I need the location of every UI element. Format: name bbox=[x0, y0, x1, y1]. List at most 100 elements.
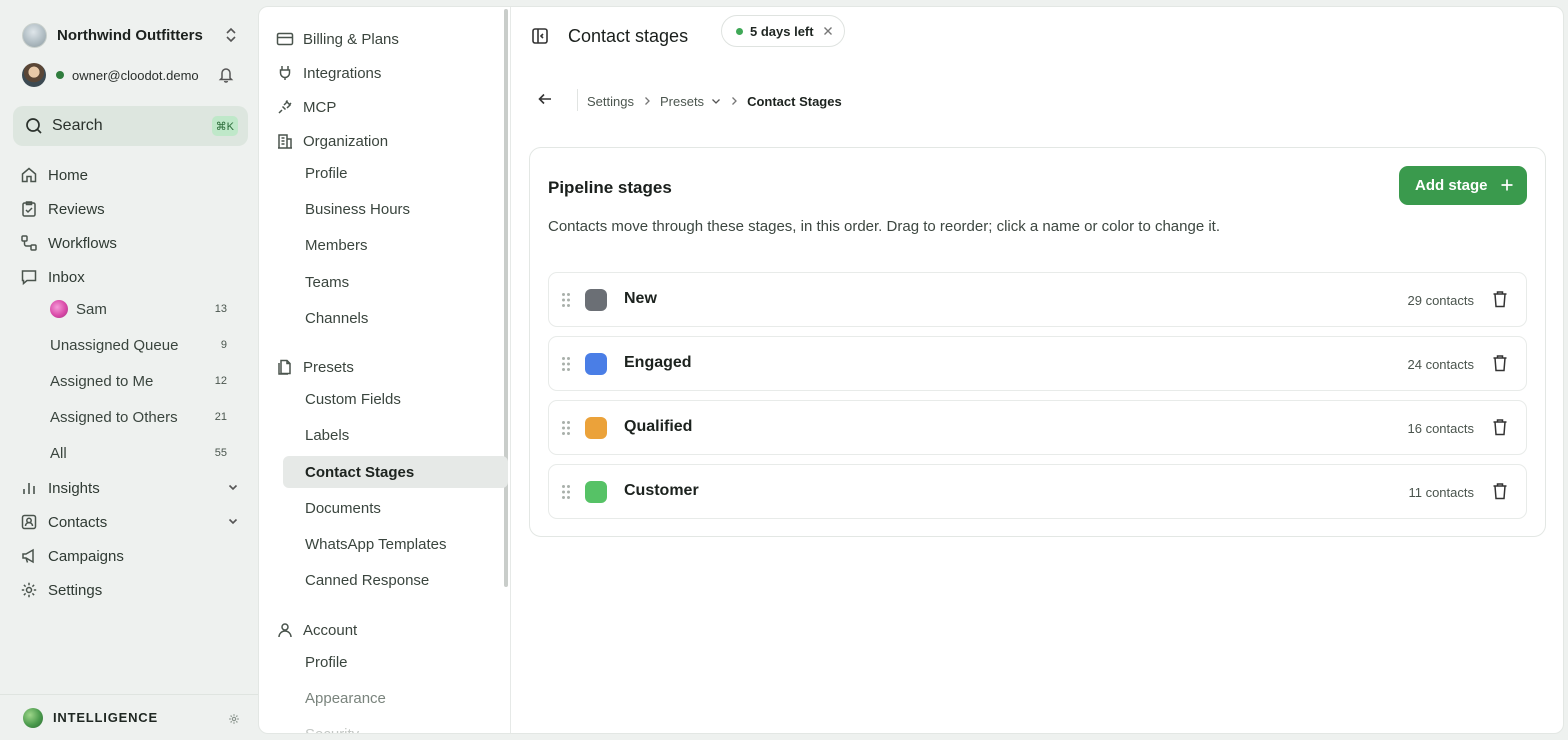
settings-nav-label: Presets bbox=[303, 358, 354, 376]
gear-icon bbox=[20, 581, 38, 599]
nav-workflows[interactable]: Workflows bbox=[20, 229, 245, 257]
inbox-item-assigned-to-others[interactable]: Assigned to Others 21 bbox=[50, 403, 235, 431]
settings-nav-item-label: Appearance bbox=[305, 689, 386, 707]
intelligence-label: INTELLIGENCE bbox=[53, 710, 158, 725]
stage-name[interactable]: Engaged bbox=[624, 354, 692, 372]
nav-contacts[interactable]: Contacts bbox=[20, 508, 245, 536]
drag-handle-icon[interactable] bbox=[561, 292, 571, 308]
stage-row[interactable]: New 29 contacts bbox=[548, 272, 1527, 327]
settings-nav-members[interactable]: Members bbox=[283, 229, 508, 261]
drag-handle-icon[interactable] bbox=[561, 420, 571, 436]
breadcrumb-current: Contact Stages bbox=[747, 93, 842, 109]
drag-handle-icon[interactable] bbox=[561, 356, 571, 372]
stage-color-swatch[interactable] bbox=[585, 417, 607, 439]
nav-reviews[interactable]: Reviews bbox=[20, 195, 245, 223]
stage-name[interactable]: New bbox=[624, 290, 657, 308]
sidebar-toggle-icon[interactable] bbox=[531, 27, 549, 45]
breadcrumb-presets[interactable]: Presets bbox=[660, 94, 704, 109]
gear-icon[interactable] bbox=[228, 713, 240, 725]
nav-settings[interactable]: Settings bbox=[20, 576, 245, 604]
add-stage-button[interactable]: Add stage bbox=[1399, 166, 1527, 205]
chevron-up-down-icon[interactable] bbox=[224, 26, 238, 44]
stage-color-swatch[interactable] bbox=[585, 289, 607, 311]
settings-nav-account-profile[interactable]: Profile bbox=[283, 646, 508, 678]
settings-nav-organization[interactable]: Organization bbox=[276, 128, 496, 154]
nav-insights[interactable]: Insights bbox=[20, 474, 245, 502]
org-switcher[interactable]: Northwind Outfitters bbox=[22, 22, 242, 48]
document-stack-icon bbox=[276, 358, 294, 376]
settings-nav-label: Account bbox=[303, 621, 358, 639]
settings-nav-account[interactable]: Account bbox=[276, 617, 496, 643]
settings-nav-item-label: Channels bbox=[305, 309, 369, 327]
inbox-item-assigned-to-me[interactable]: Assigned to Me 12 bbox=[50, 367, 235, 395]
settings-nav-mcp[interactable]: MCP bbox=[276, 94, 496, 120]
chevron-right-icon bbox=[643, 96, 651, 106]
settings-nav-business-hours[interactable]: Business Hours bbox=[283, 193, 508, 225]
chevron-down-icon[interactable] bbox=[227, 515, 239, 527]
trash-icon[interactable] bbox=[1492, 354, 1508, 372]
settings-nav-item-label: Security bbox=[305, 725, 360, 734]
trash-icon[interactable] bbox=[1492, 482, 1508, 500]
stage-color-swatch[interactable] bbox=[585, 481, 607, 503]
inbox-item-label: Assigned to Others bbox=[50, 408, 178, 426]
intelligence-bar[interactable]: INTELLIGENCE bbox=[0, 694, 258, 740]
back-arrow-icon[interactable] bbox=[537, 91, 553, 107]
inbox-item-all[interactable]: All 55 bbox=[50, 439, 235, 467]
stage-row[interactable]: Qualified 16 contacts bbox=[548, 400, 1527, 455]
search-button[interactable]: Search ⌘K bbox=[13, 106, 248, 146]
drag-handle-icon[interactable] bbox=[561, 484, 571, 500]
nav-inbox[interactable]: Inbox bbox=[20, 263, 245, 291]
settings-nav-org-profile[interactable]: Profile bbox=[283, 157, 508, 189]
credit-card-icon bbox=[276, 30, 294, 48]
trial-badge[interactable]: 5 days left bbox=[721, 15, 845, 47]
settings-nav-security[interactable]: Security bbox=[283, 718, 508, 734]
settings-nav-item-label: Labels bbox=[305, 426, 350, 444]
settings-nav-item-label: Contact Stages bbox=[305, 463, 415, 481]
inbox-item-sam[interactable]: Sam 13 bbox=[50, 295, 235, 323]
org-avatar bbox=[22, 22, 47, 48]
settings-nav-documents[interactable]: Documents bbox=[283, 492, 508, 524]
settings-nav-appearance[interactable]: Appearance bbox=[283, 682, 508, 714]
settings-nav-item-label: Teams bbox=[305, 273, 350, 291]
settings-nav-custom-fields[interactable]: Custom Fields bbox=[283, 383, 508, 415]
settings-nav-channels[interactable]: Channels bbox=[283, 302, 508, 334]
breadcrumb: Settings Presets Contact Stages bbox=[587, 91, 842, 111]
org-name: Northwind Outfitters bbox=[57, 26, 203, 44]
inbox-item-unassigned-queue[interactable]: Unassigned Queue 9 bbox=[50, 331, 235, 359]
inbox-item-count: 9 bbox=[220, 339, 227, 351]
nav-campaigns[interactable]: Campaigns bbox=[20, 542, 245, 570]
settings-nav-billing[interactable]: Billing & Plans bbox=[276, 26, 496, 52]
trash-icon[interactable] bbox=[1492, 418, 1508, 436]
home-icon bbox=[20, 166, 38, 184]
nav-home[interactable]: Home bbox=[20, 161, 245, 189]
stage-color-swatch[interactable] bbox=[585, 353, 607, 375]
settings-nav-presets[interactable]: Presets bbox=[276, 354, 496, 380]
online-status-dot bbox=[56, 71, 64, 79]
stage-row[interactable]: Engaged 24 contacts bbox=[548, 336, 1527, 391]
settings-nav-whatsapp-templates[interactable]: WhatsApp Templates bbox=[283, 528, 508, 560]
app-sidebar: Northwind Outfitters owner@cloodot.demo … bbox=[0, 0, 258, 740]
nav-settings-label: Settings bbox=[48, 581, 103, 599]
inbox-item-count: 21 bbox=[214, 411, 227, 423]
breadcrumb-settings[interactable]: Settings bbox=[587, 94, 634, 109]
plug-icon bbox=[276, 64, 294, 82]
settings-nav-labels[interactable]: Labels bbox=[283, 419, 508, 451]
chevron-down-icon[interactable] bbox=[711, 96, 721, 106]
status-dot bbox=[736, 28, 743, 35]
chevron-down-icon[interactable] bbox=[227, 481, 239, 493]
user-menu[interactable]: owner@cloodot.demo bbox=[22, 62, 242, 88]
page-title: Contact stages bbox=[568, 26, 689, 46]
stage-name[interactable]: Customer bbox=[624, 482, 699, 500]
settings-nav-item-label: Members bbox=[305, 236, 368, 254]
stage-row[interactable]: Customer 11 contacts bbox=[548, 464, 1527, 519]
bell-icon[interactable] bbox=[218, 66, 234, 83]
settings-nav-integrations[interactable]: Integrations bbox=[276, 60, 496, 86]
trash-icon[interactable] bbox=[1492, 290, 1508, 308]
bar-chart-icon bbox=[20, 479, 38, 497]
settings-nav-canned-response[interactable]: Canned Response bbox=[283, 564, 508, 596]
settings-nav-teams[interactable]: Teams bbox=[283, 266, 508, 298]
settings-nav-contact-stages[interactable]: Contact Stages bbox=[283, 456, 508, 488]
close-icon[interactable] bbox=[822, 25, 834, 37]
stage-name[interactable]: Qualified bbox=[624, 418, 692, 436]
add-stage-label: Add stage bbox=[1415, 177, 1488, 194]
